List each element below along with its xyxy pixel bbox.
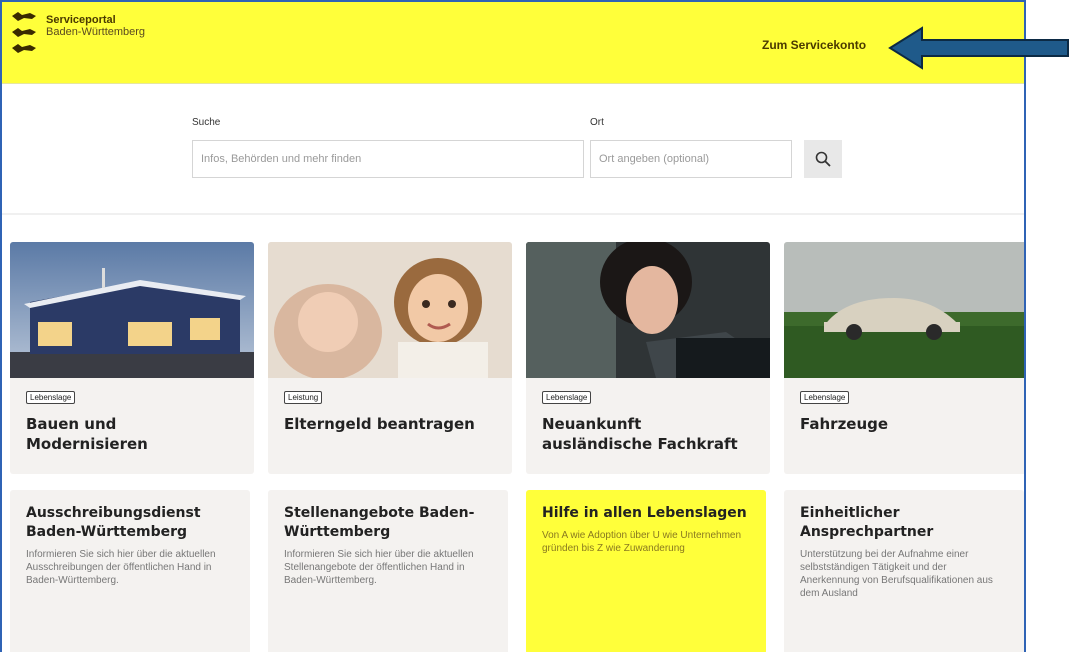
card-tag: Lebenslage (26, 391, 76, 404)
brand-title: Serviceportal (46, 14, 116, 26)
card-fachkraft[interactable]: Lebenslage Neuankunft ausländische Fachk… (526, 242, 770, 474)
tile-stellenangebote[interactable]: Stellenangebote Baden-Württemberg Inform… (268, 490, 508, 652)
card-elterngeld[interactable]: Leistung Elterngeld beantragen (268, 242, 512, 474)
tile-ausschreibungsdienst[interactable]: Ausschreibungsdienst Baden-Württemberg I… (10, 490, 250, 652)
coat-of-arms-icon (10, 10, 40, 58)
house-image (10, 242, 254, 378)
search-icon (815, 151, 831, 167)
card-fahrzeuge[interactable]: Lebenslage Fahrzeuge (784, 242, 1024, 474)
tile-title: Einheitlicher Ansprechpartner (800, 505, 934, 540)
search-input[interactable]: Infos, Behörden und mehr finden (192, 140, 584, 178)
browser-viewport: Serviceportal Baden-Württemberg Zum Serv… (0, 0, 1026, 652)
site-logo[interactable]: Serviceportal Baden-Württemberg (10, 10, 145, 58)
search-button[interactable] (804, 140, 842, 178)
brand-subtitle: Baden-Württemberg (46, 26, 146, 38)
search-area: Suche Infos, Behörden und mehr finden Or… (2, 85, 1024, 215)
location-input[interactable]: Ort angeben (optional) (590, 140, 792, 178)
location-label: Ort (590, 117, 604, 128)
tile-text: Informieren Sie sich hier über die aktue… (26, 549, 216, 586)
servicekonto-link[interactable]: Zum Servicekonto (762, 38, 866, 52)
tile-einheitlicher-ansprechpartner[interactable]: Einheitlicher Ansprechpartner Unterstütz… (784, 490, 1024, 652)
tile-title: Hilfe in allen Lebenslagen (542, 505, 747, 521)
card-title: Fahrzeuge (800, 415, 889, 433)
card-tag: Leistung (284, 391, 323, 404)
search-label: Suche (192, 117, 221, 128)
card-tag: Lebenslage (542, 391, 592, 404)
card-tag: Lebenslage (800, 391, 850, 404)
tile-hilfe-lebenslagen[interactable]: Hilfe in allen Lebenslagen Von A wie Ado… (526, 490, 766, 652)
tile-title: Ausschreibungsdienst Baden-Württemberg (26, 505, 201, 540)
card-bauen[interactable]: Lebenslage Bauen und Modernisieren (10, 242, 254, 474)
left-arrow-annotation-icon (888, 26, 1069, 70)
woman-laptop-image (526, 242, 770, 378)
children-image (268, 242, 512, 378)
vintage-car-image (784, 242, 1024, 378)
card-title: Bauen und Modernisieren (26, 415, 148, 453)
tile-text: Von A wie Adoption über U wie Unternehme… (542, 530, 742, 554)
card-title: Neuankunft ausländische Fachkraft (542, 415, 738, 453)
tile-text: Unterstützung bei der Aufnahme einer sel… (800, 549, 993, 599)
site-header: Serviceportal Baden-Württemberg Zum Serv… (2, 2, 1024, 84)
tile-title: Stellenangebote Baden-Württemberg (284, 505, 475, 540)
card-title: Elterngeld beantragen (284, 415, 475, 433)
tile-text: Informieren Sie sich hier über die aktue… (284, 549, 474, 586)
